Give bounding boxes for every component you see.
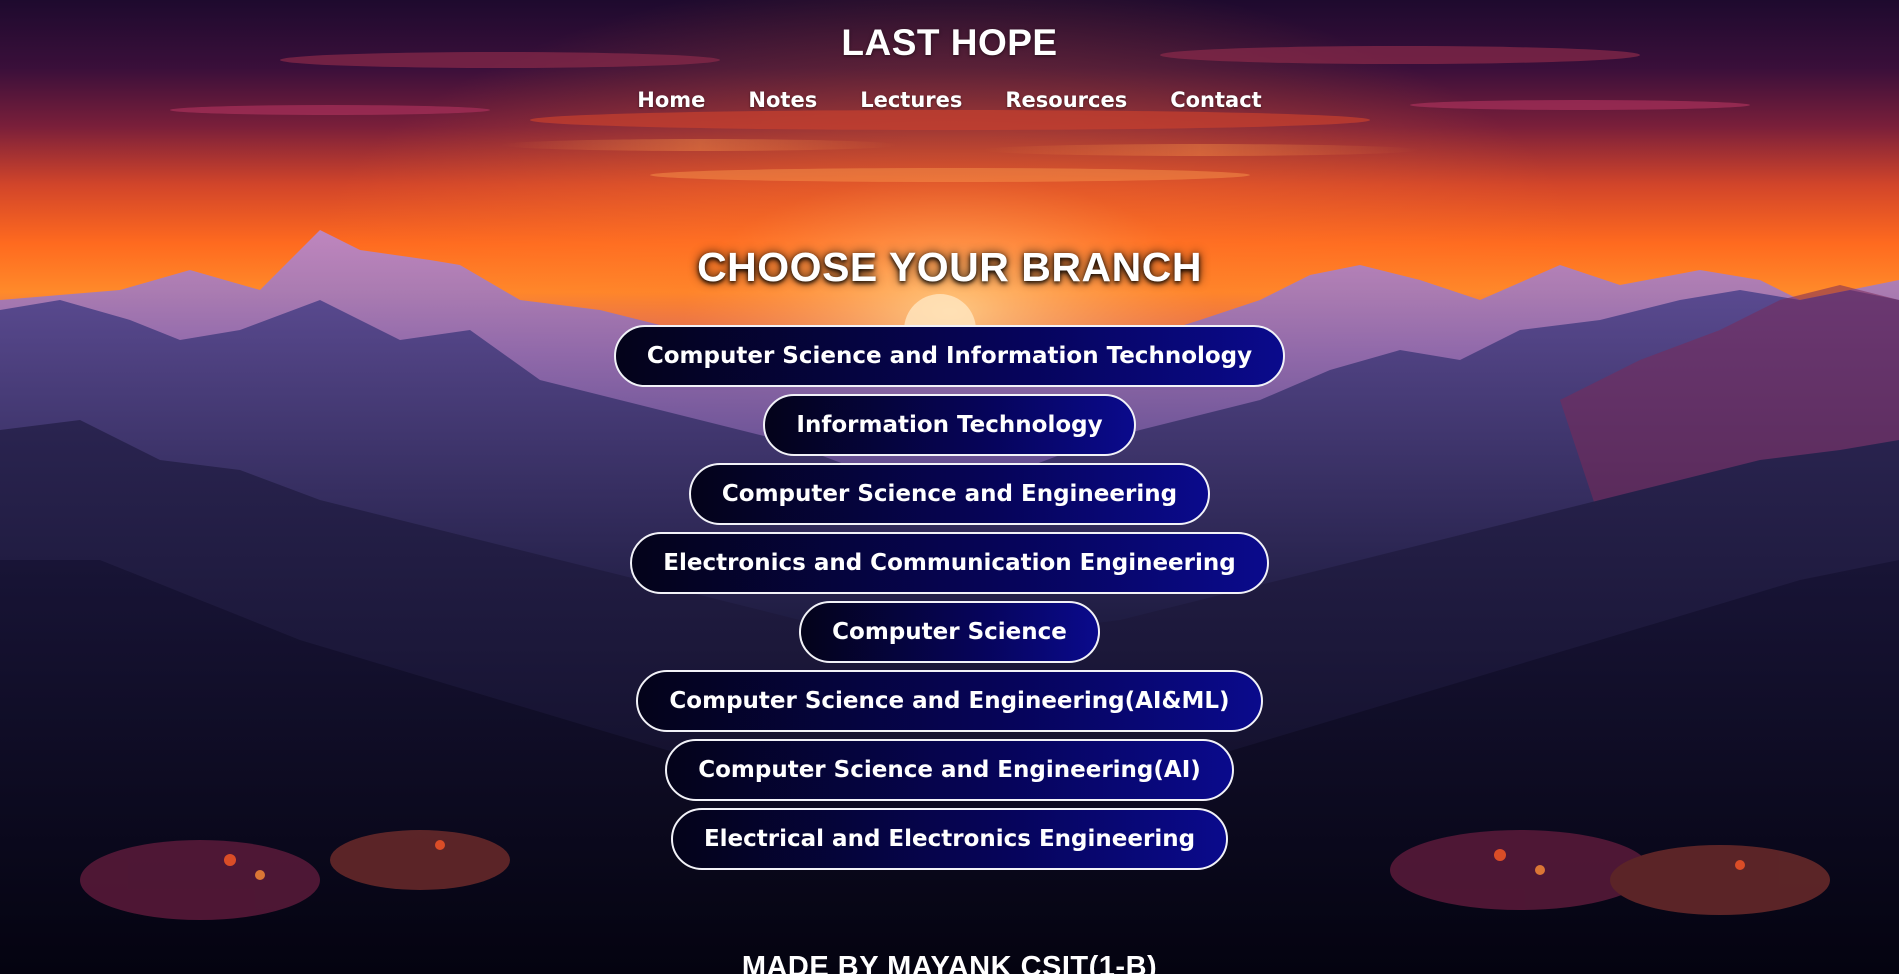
branch-button-eee[interactable]: Electrical and Electronics Engineering bbox=[670, 808, 1229, 870]
branch-list: Computer Science and Information Technol… bbox=[0, 325, 1899, 870]
nav-link-contact[interactable]: Contact bbox=[1170, 88, 1262, 112]
page-heading: CHOOSE YOUR BRANCH bbox=[697, 244, 1202, 290]
branch-button-cse-ai[interactable]: Computer Science and Engineering(AI) bbox=[665, 739, 1234, 801]
footer-credit: MADE BY MAYANK CSIT(1-B) bbox=[741, 951, 1158, 974]
site-title: LAST HOPE bbox=[841, 22, 1058, 63]
branch-button-it[interactable]: Information Technology bbox=[763, 394, 1136, 456]
nav-link-home[interactable]: Home bbox=[637, 88, 705, 112]
branch-button-csit[interactable]: Computer Science and Information Technol… bbox=[613, 325, 1286, 387]
nav-link-notes[interactable]: Notes bbox=[748, 88, 817, 112]
nav-link-resources[interactable]: Resources bbox=[1005, 88, 1127, 112]
branch-button-cse-aiml[interactable]: Computer Science and Engineering(AI&ML) bbox=[636, 670, 1263, 732]
branch-button-cs[interactable]: Computer Science bbox=[799, 601, 1100, 663]
nav-link-lectures[interactable]: Lectures bbox=[860, 88, 962, 112]
branch-button-ece[interactable]: Electronics and Communication Engineerin… bbox=[630, 532, 1269, 594]
main-nav: Home Notes Lectures Resources Contact bbox=[0, 88, 1899, 112]
branch-button-cse[interactable]: Computer Science and Engineering bbox=[688, 463, 1211, 525]
